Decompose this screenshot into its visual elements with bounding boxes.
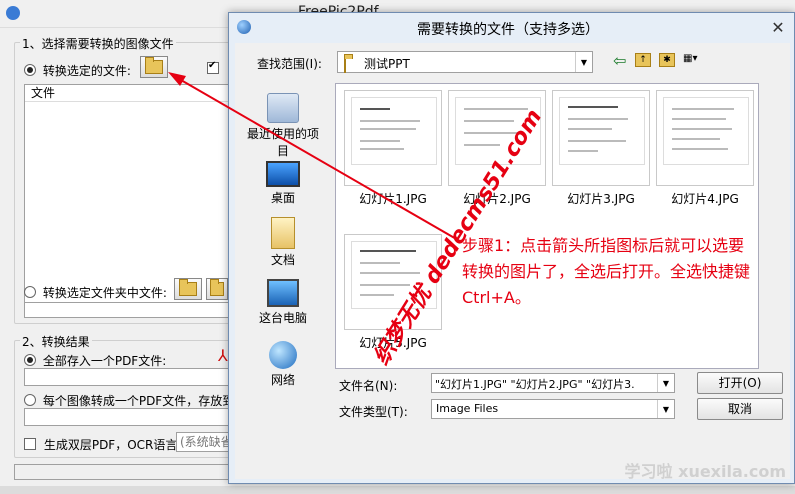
folder-icon <box>210 279 224 296</box>
section1-label: 1、选择需要转换的图像文件 <box>20 35 176 52</box>
look-in-value: 测试PPT <box>364 57 410 71</box>
slide-preview <box>559 97 645 165</box>
close-icon: ✕ <box>771 17 785 37</box>
each-pdf-path-field[interactable] <box>24 408 230 426</box>
recent-items-icon <box>267 93 299 123</box>
desktop-icon <box>266 161 300 187</box>
radio-selected-files-label: 转换选定的文件: <box>42 64 131 78</box>
chevron-down-icon: ▼ <box>657 374 674 392</box>
radio-folder[interactable]: 转换选定文件夹中文件: <box>24 284 167 301</box>
radio-selected-files[interactable]: 转换选定的文件: <box>24 62 131 79</box>
dialog-title: 需要转换的文件（支持多选） <box>417 22 599 38</box>
radio-indicator <box>24 354 36 366</box>
filetype-label: 文件类型(T): <box>339 405 408 419</box>
look-in-select[interactable]: 测试PPT ▼ <box>337 51 593 73</box>
view-menu-button[interactable]: ▦▾ <box>683 53 709 67</box>
open-button[interactable]: 打开(O) <box>697 372 783 394</box>
nav-network-label: 网络 <box>270 373 295 387</box>
browse-folder-button[interactable] <box>174 278 202 300</box>
up-folder-button[interactable]: ↑ <box>635 53 651 67</box>
file-name: 幻灯片3.JPG <box>567 192 635 206</box>
ocr-language-value: (系统缺省 <box>180 435 230 449</box>
checkbox-indicator <box>207 60 219 74</box>
checkbox-ocr[interactable]: 生成双层PDF，OCR语言: <box>24 436 181 453</box>
corner-watermark-label: 学习啦 xuexila.com <box>624 462 786 481</box>
open-button-label: 打开(O) <box>718 376 762 390</box>
slide-preview <box>351 97 437 165</box>
nav-desktop-label: 桌面 <box>270 191 295 205</box>
filename-label: 文件名(N): <box>339 379 398 393</box>
app-icon <box>6 6 20 20</box>
open-folder-icon <box>145 57 163 74</box>
computer-icon <box>267 279 299 307</box>
radio-each-pdf[interactable]: 每个图像转成一个PDF文件，存放到 <box>24 392 234 409</box>
file-thumbnail[interactable] <box>552 90 650 186</box>
look-in-label: 查找范围(I): <box>257 57 322 71</box>
ocr-language-select[interactable]: (系统缺省 <box>176 432 230 452</box>
documents-icon <box>271 217 295 249</box>
network-icon <box>269 341 297 369</box>
pdf-icon: ⅄ <box>218 346 228 365</box>
radio-indicator <box>24 64 36 76</box>
chevron-down-icon: ▼ <box>575 52 592 72</box>
file-list-header-label: 文件 <box>31 86 56 100</box>
radio-single-pdf-label: 全部存入一个PDF文件: <box>42 354 167 368</box>
open-folder-icon <box>179 279 197 296</box>
annotation-step1-text: 步骤1：点击箭头所指图标后就可以选要转换的图片了，全选后打开。全选快捷键Ctrl… <box>462 236 751 307</box>
nav-this-pc[interactable]: 这台电脑 <box>243 279 323 326</box>
nav-desktop[interactable]: 桌面 <box>243 161 323 206</box>
back-button[interactable]: ⇦ <box>613 51 626 70</box>
nav-documents-label: 文档 <box>270 253 295 267</box>
cancel-button-label: 取消 <box>727 402 752 416</box>
radio-indicator <box>24 394 36 406</box>
nav-documents[interactable]: 文档 <box>243 217 323 268</box>
checkbox-ocr-label: 生成双层PDF，OCR语言: <box>43 438 182 452</box>
nav-recent-items[interactable]: 最近使用的项目 <box>243 93 323 159</box>
radio-folder-label: 转换选定文件夹中文件: <box>42 286 167 300</box>
radio-each-pdf-label: 每个图像转成一个PDF文件，存放到 <box>42 394 235 408</box>
nav-recent-label: 最近使用的项目 <box>246 127 319 158</box>
browse-files-button[interactable] <box>140 56 168 78</box>
corner-watermark: 学习啦 xuexila.com <box>580 428 790 488</box>
nav-this-pc-label: 这台电脑 <box>258 311 307 325</box>
radio-single-pdf[interactable]: 全部存入一个PDF文件: <box>24 352 166 369</box>
file-list-header: 文件 <box>25 85 229 102</box>
folder-options-button[interactable] <box>206 278 228 300</box>
single-pdf-path-field[interactable] <box>24 368 230 386</box>
nav-network[interactable]: 网络 <box>243 341 323 388</box>
checkbox-indicator <box>24 438 36 450</box>
filetype-value: Image Files <box>436 402 499 415</box>
dialog-app-icon <box>237 20 251 34</box>
filetype-select[interactable]: Image Files ▼ <box>431 399 675 419</box>
section2-label: 2、转换结果 <box>20 333 92 350</box>
slide-preview <box>663 97 749 165</box>
options-checkbox[interactable] <box>207 60 219 76</box>
close-button[interactable]: ✕ <box>768 17 788 37</box>
folder-icon <box>344 57 346 73</box>
file-name: 幻灯片4.JPG <box>671 192 739 206</box>
filename-value: "幻灯片1.JPG" "幻灯片2.JPG" "幻灯片3. <box>435 378 635 391</box>
status-bar <box>14 464 230 480</box>
dialog-title-bar: 需要转换的文件（支持多选） ✕ <box>229 13 794 43</box>
radio-indicator <box>24 286 36 298</box>
cancel-button[interactable]: 取消 <box>697 398 783 420</box>
chevron-down-icon: ▼ <box>657 400 674 418</box>
file-thumbnail[interactable] <box>656 90 754 186</box>
folder-path-field[interactable] <box>24 302 230 318</box>
new-folder-button[interactable]: ✱ <box>659 53 675 67</box>
filename-input[interactable]: "幻灯片1.JPG" "幻灯片2.JPG" "幻灯片3. ▼ <box>431 373 675 393</box>
